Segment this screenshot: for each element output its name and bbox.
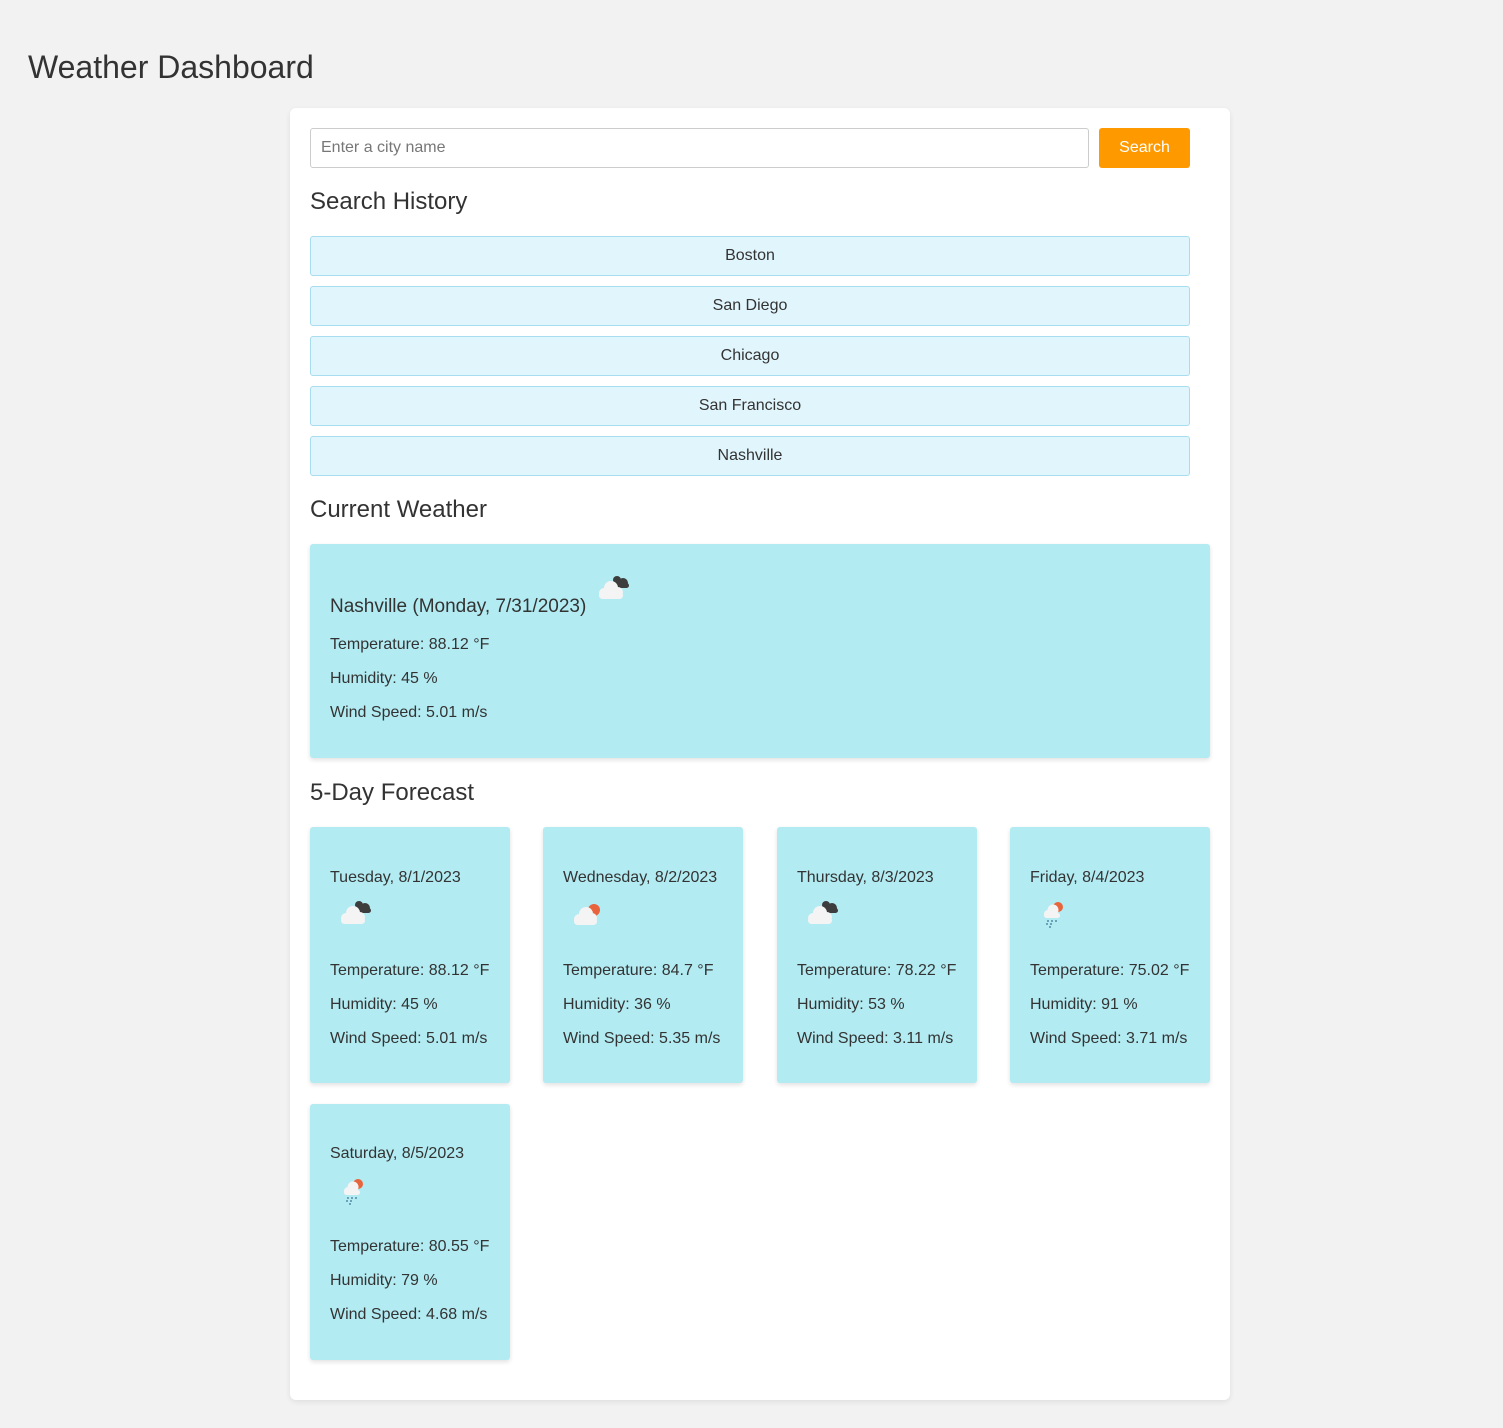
history-item-boston[interactable]: Boston [310,236,1190,276]
current-weather-card: Nashville (Monday, 7/31/2023) Temperatur… [310,544,1210,758]
forecast-card: Wednesday, 8/2/2023 Temperature: 84.7 °F… [543,827,743,1083]
forecast-card: Thursday, 8/3/2023 Temperature: 78.22 °F… [777,827,977,1083]
search-bar: Search [310,128,1190,168]
current-humidity: Humidity: 45 % [330,670,438,687]
rain-icon [1044,902,1063,928]
forecast-temperature: Temperature: 78.22 °F [797,962,957,979]
forecast-wind-speed: Wind Speed: 3.11 m/s [797,1030,954,1047]
search-button[interactable]: Search [1099,128,1190,168]
dashboard-panel: Search Search History Boston San Diego C… [290,108,1230,1400]
forecast-humidity: Humidity: 36 % [563,996,671,1013]
forecast-humidity: Humidity: 91 % [1030,996,1138,1013]
forecast-temperature: Temperature: 84.7 °F [563,962,714,979]
forecast-card: Friday, 8/4/2023 Temperature: 75.02 °F H… [1010,827,1210,1083]
history-item-san-francisco[interactable]: San Francisco [310,386,1190,426]
forecast-date: Friday, 8/4/2023 [1030,869,1145,886]
broken-clouds-icon [808,901,838,924]
broken-clouds-icon [341,901,371,924]
forecast-humidity: Humidity: 79 % [330,1272,438,1289]
forecast-wind-speed: Wind Speed: 5.35 m/s [563,1030,721,1047]
current-weather-title: Nashville (Monday, 7/31/2023) [330,596,587,617]
forecast-wind-speed: Wind Speed: 5.01 m/s [330,1030,488,1047]
forecast-wind-speed: Wind Speed: 4.68 m/s [330,1306,488,1323]
search-history-list: Boston San Diego Chicago San Francisco N… [310,236,1190,486]
rain-icon [344,1179,363,1205]
forecast-temperature: Temperature: 75.02 °F [1030,962,1190,979]
history-item-nashville[interactable]: Nashville [310,436,1190,476]
current-temperature: Temperature: 88.12 °F [330,636,490,653]
search-history-heading: Search History [310,188,468,215]
broken-clouds-icon [599,576,629,599]
forecast-heading: 5-Day Forecast [310,779,475,806]
history-item-san-diego[interactable]: San Diego [310,286,1190,326]
forecast-date: Tuesday, 8/1/2023 [330,869,461,886]
history-item-chicago[interactable]: Chicago [310,336,1190,376]
forecast-temperature: Temperature: 88.12 °F [330,962,490,979]
forecast-wind-speed: Wind Speed: 3.71 m/s [1030,1030,1188,1047]
forecast-date: Saturday, 8/5/2023 [330,1145,465,1162]
forecast-humidity: Humidity: 45 % [330,996,438,1013]
forecast-date: Thursday, 8/3/2023 [797,869,934,886]
page-title: Weather Dashboard [28,49,314,85]
forecast-date: Wednesday, 8/2/2023 [563,869,718,886]
forecast-card: Saturday, 8/5/2023 Temperature: 80.55 °F… [310,1104,510,1360]
current-weather-heading: Current Weather [310,496,487,523]
forecast-humidity: Humidity: 53 % [797,996,905,1013]
current-wind-speed: Wind Speed: 5.01 m/s [330,704,488,721]
city-search-input[interactable] [310,128,1089,168]
forecast-temperature: Temperature: 80.55 °F [330,1238,490,1255]
few-clouds-icon [574,904,600,925]
forecast-card: Tuesday, 8/1/2023 Temperature: 88.12 °F … [310,827,510,1083]
